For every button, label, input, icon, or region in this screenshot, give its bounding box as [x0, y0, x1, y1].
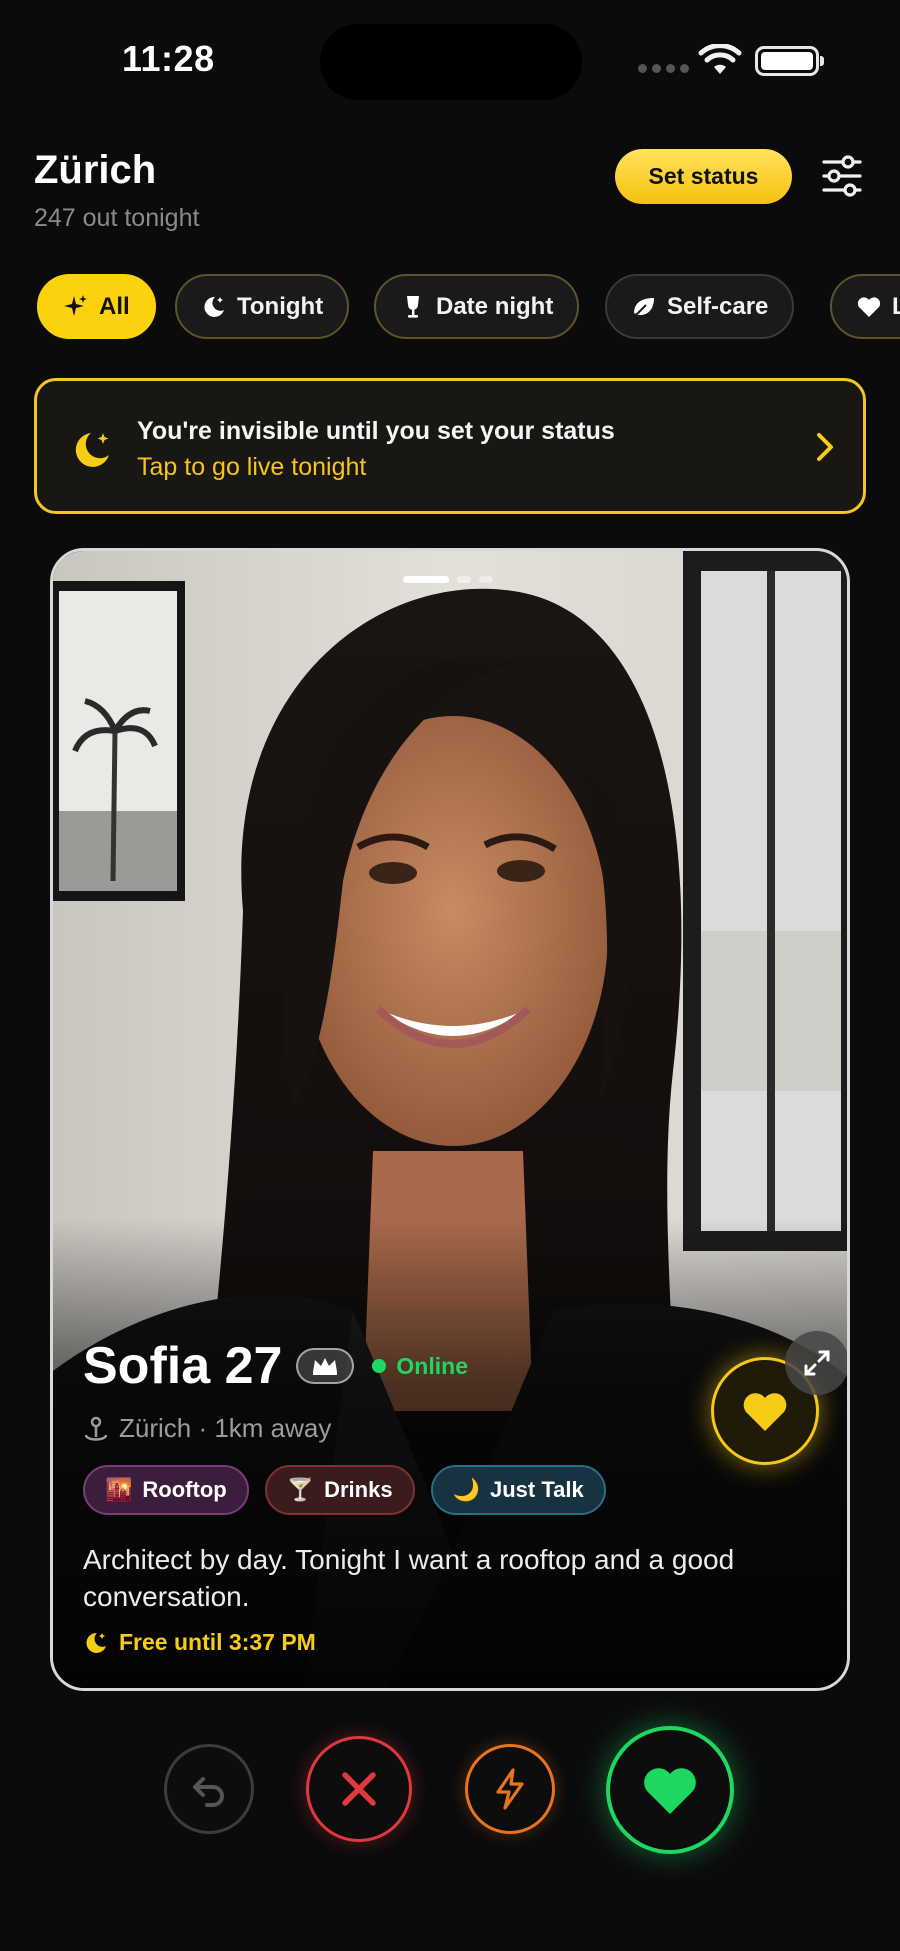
chip-label: Date night	[436, 292, 554, 320]
profile-tags: 🌇 Rooftop 🍸 Drinks 🌙 Just Talk	[83, 1465, 606, 1515]
heart-icon	[856, 294, 882, 320]
set-status-button[interactable]: Set status	[615, 149, 792, 204]
tag-label: Rooftop	[142, 1477, 227, 1502]
crown-badge-icon	[296, 1348, 355, 1384]
crescent-moon-icon: 🌙	[452, 1477, 480, 1502]
sparkle-icon	[63, 294, 89, 320]
chip-self-care[interactable]: Self-care	[605, 274, 795, 339]
expand-profile-button[interactable]	[785, 1331, 847, 1395]
like-button[interactable]	[606, 1726, 734, 1854]
chip-label: Tonight	[237, 292, 324, 320]
sunset-city-icon: 🌇	[105, 1477, 133, 1502]
profile-name-age: Sofia 27	[83, 1337, 283, 1395]
leaf-icon	[631, 294, 657, 320]
online-dot	[372, 1359, 387, 1373]
lightning-bolt-icon	[496, 1768, 524, 1810]
wifi-icon	[698, 44, 742, 74]
profile-location-row: Zürich · 1km away	[83, 1413, 331, 1444]
chip-tonight[interactable]: Tonight	[175, 274, 350, 339]
free-until-text: Free until 3:37 PM	[119, 1629, 316, 1655]
moon-icon	[86, 1632, 106, 1653]
chip-date-night[interactable]: Date night	[374, 274, 580, 339]
city-title: Zürich	[34, 148, 157, 192]
banner-title: You're invisible until you set your stat…	[137, 417, 615, 445]
nope-button[interactable]	[306, 1736, 412, 1842]
chip-label: All	[99, 292, 130, 320]
profile-name-row: Sofia 27 Online	[83, 1336, 468, 1396]
heart-icon	[644, 1768, 696, 1814]
boost-button[interactable]	[465, 1744, 555, 1834]
invisible-status-banner[interactable]: You're invisible until you set your stat…	[34, 378, 866, 514]
undo-button[interactable]	[164, 1744, 254, 1834]
tag-label: Drinks	[324, 1477, 393, 1502]
filter-chips: All Tonight Date night Self-care L	[37, 274, 900, 339]
dynamic-island	[320, 24, 582, 100]
status-time: 11:28	[122, 38, 215, 79]
profile-bio: Architect by day. Tonight I want a rooft…	[83, 1544, 735, 1612]
filter-sliders-icon[interactable]	[818, 152, 866, 200]
chip-label: Self-care	[667, 292, 769, 320]
cellular-signal-icon	[638, 64, 689, 73]
status-bar: 11:28	[0, 0, 900, 110]
chevron-right-icon	[817, 433, 833, 461]
close-icon	[342, 1772, 376, 1806]
free-until-row: Free until 3:37 PM	[83, 1629, 316, 1656]
tag-rooftop: 🌇 Rooftop	[83, 1465, 249, 1515]
tag-label: Just Talk	[490, 1477, 584, 1502]
undo-icon	[193, 1777, 224, 1807]
chip-love[interactable]: L	[830, 274, 900, 339]
battery-icon	[755, 46, 824, 76]
chip-all[interactable]: All	[37, 274, 156, 339]
photo-pager	[403, 576, 493, 583]
photo-gradient	[53, 1218, 847, 1688]
profile-location: Zürich · 1km away	[119, 1413, 332, 1443]
moon-icon	[201, 294, 227, 320]
location-pin-icon	[84, 1416, 108, 1441]
moon-stars-icon	[75, 433, 109, 467]
expand-icon	[804, 1350, 830, 1376]
online-status: Online	[396, 1352, 468, 1379]
tag-drinks: 🍸 Drinks	[264, 1465, 415, 1515]
out-tonight-count: 247 out tonight	[34, 204, 200, 232]
heart-icon	[743, 1393, 787, 1431]
wine-glass-icon	[400, 294, 426, 320]
chip-label: L	[892, 292, 900, 320]
action-bar	[0, 1726, 900, 1856]
tag-just-talk: 🌙 Just Talk	[430, 1465, 606, 1515]
profile-card[interactable]: Sofia 27 Online Zürich · 1km away 🌇 Roof…	[50, 548, 850, 1691]
banner-subtitle: Tap to go live tonight	[137, 453, 367, 481]
cocktail-icon: 🍸	[286, 1477, 315, 1502]
